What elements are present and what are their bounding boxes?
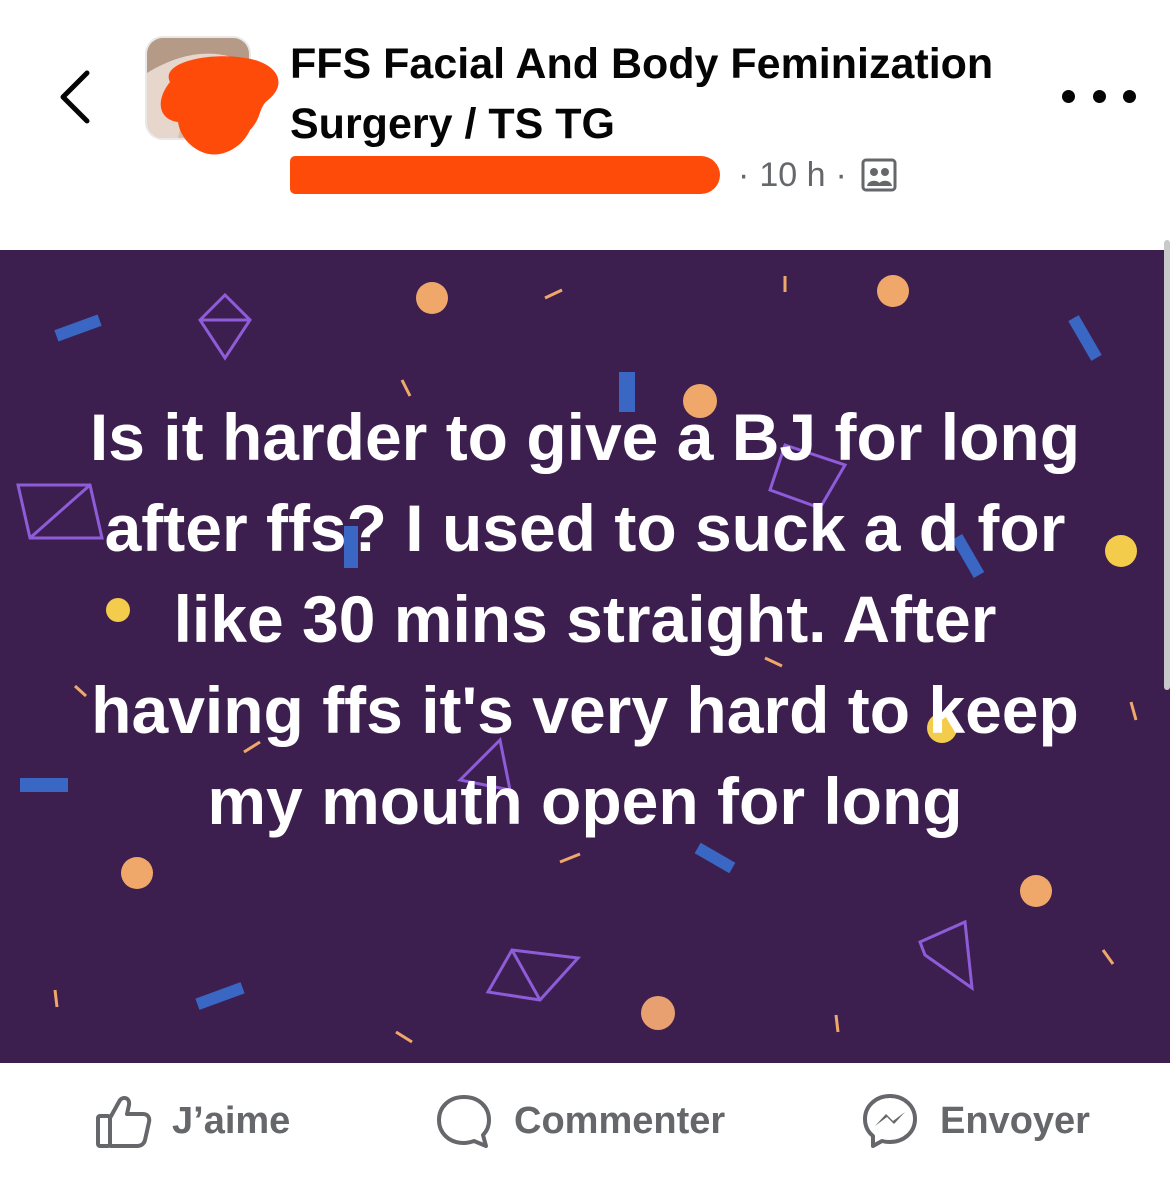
redaction-mark bbox=[160, 56, 279, 155]
post-time[interactable]: 10 h bbox=[759, 156, 825, 195]
more-dots-icon bbox=[1123, 89, 1136, 103]
more-options-button[interactable] bbox=[1062, 76, 1136, 116]
comment-button[interactable]: Commenter bbox=[434, 1089, 725, 1153]
more-dots-icon bbox=[1092, 89, 1106, 103]
send-button[interactable]: Envoyer bbox=[860, 1089, 1090, 1153]
send-label: Envoyer bbox=[940, 1099, 1090, 1142]
more-dots-icon bbox=[1062, 89, 1075, 103]
action-bar: J’aime Commenter Envoyer bbox=[0, 1063, 1170, 1199]
meta-separator: · bbox=[738, 155, 750, 194]
comment-bubble-icon bbox=[437, 1095, 491, 1148]
back-button[interactable] bbox=[44, 62, 104, 132]
messenger-icon bbox=[863, 1094, 917, 1148]
group-name[interactable]: FFS Facial And Body Feminization Surgery… bbox=[290, 34, 1050, 154]
meta-separator: · bbox=[835, 155, 847, 194]
post-text: Is it harder to give a BJ for long after… bbox=[89, 400, 1081, 838]
post-header: FFS Facial And Body Feminization Surgery… bbox=[0, 0, 1170, 250]
group-audience-icon bbox=[861, 158, 897, 192]
comment-label: Commenter bbox=[514, 1099, 726, 1142]
chevron-left-icon bbox=[60, 70, 90, 124]
like-button[interactable]: J’aime bbox=[94, 1089, 290, 1153]
post-meta: · 10 h · bbox=[290, 152, 897, 198]
thumbs-up-icon bbox=[96, 1095, 152, 1148]
scrollbar[interactable] bbox=[1164, 240, 1170, 690]
author-redaction bbox=[290, 156, 720, 194]
post-content[interactable]: Is it harder to give a BJ for long after… bbox=[0, 250, 1170, 1063]
like-label: J’aime bbox=[172, 1099, 291, 1142]
